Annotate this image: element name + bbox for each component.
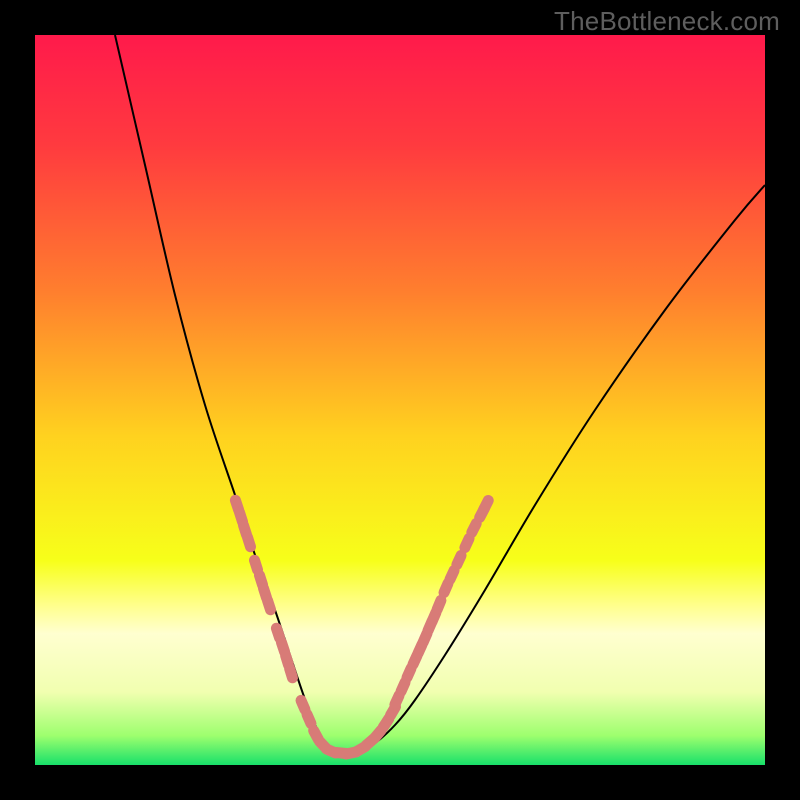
- curve-marker: [283, 662, 298, 684]
- plot-area: [35, 35, 765, 765]
- curve-layer: [35, 35, 765, 765]
- marker-group: [229, 494, 495, 760]
- curve-marker: [261, 594, 277, 616]
- bottleneck-curve: [115, 35, 765, 754]
- curve-marker: [241, 531, 257, 553]
- watermark-text: TheBottleneck.com: [554, 6, 780, 37]
- chart-frame: TheBottleneck.com: [0, 0, 800, 800]
- curve-marker: [477, 494, 495, 516]
